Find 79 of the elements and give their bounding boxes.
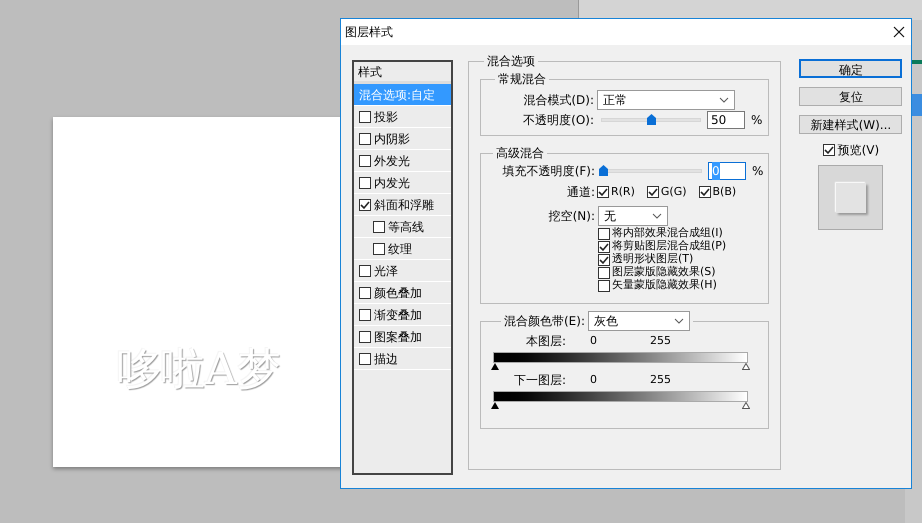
caret-icon (674, 318, 684, 324)
group-title: 常规混合 (497, 71, 547, 88)
option-checkbox[interactable]: 透明形状图层(T) (598, 253, 764, 266)
field-label: 下一图层: (512, 372, 566, 389)
checkbox[interactable] (598, 240, 610, 252)
option-checkbox[interactable]: 将内部效果混合成组(I) (598, 227, 764, 240)
checkbox[interactable] (359, 110, 371, 122)
percent-unit: % (751, 112, 762, 129)
checkbox[interactable] (598, 254, 610, 266)
checkbox[interactable] (359, 132, 371, 144)
channel-checkbox[interactable]: R(R) (597, 184, 635, 200)
checkbox[interactable] (646, 186, 659, 198)
channel-checkbox[interactable]: B(B) (698, 184, 736, 200)
field-label: 填充不透明度(F): (502, 163, 595, 180)
group-title: 混合选项 (486, 53, 536, 70)
close-icon[interactable] (893, 26, 905, 38)
embossed-square-drawing (836, 182, 866, 212)
checkbox[interactable] (373, 220, 385, 232)
dialog-button[interactable]: 确定 (799, 59, 902, 78)
dialog-button[interactable]: 复位 (799, 87, 902, 106)
channel-checkbox[interactable]: G(G) (646, 184, 687, 200)
slider-thumb[interactable] (647, 114, 656, 125)
field-label: 混合颜色带(E): (504, 313, 585, 330)
style-list-item[interactable]: 纹理 (354, 238, 451, 260)
field-label: 不透明度(O): (522, 112, 594, 129)
checkbox[interactable] (359, 154, 371, 166)
slider-thumb[interactable] (599, 165, 608, 176)
blend-mode-dropdown[interactable]: 正常 (597, 90, 735, 110)
caret-icon (719, 97, 729, 103)
embossed-text: 哆啦A梦 (117, 344, 281, 395)
style-list-item[interactable]: 等高线 (354, 216, 451, 238)
checkbox[interactable] (359, 198, 371, 210)
percent-unit: % (752, 163, 764, 180)
dialog-button[interactable]: 新建样式(W)... (799, 115, 902, 134)
slider-handle[interactable] (491, 363, 499, 370)
low-value: 0 (590, 332, 598, 349)
high-value: 255 (650, 332, 671, 349)
caret-icon (652, 213, 662, 219)
option-checkbox[interactable]: 矢量蒙版隐藏效果(H) (598, 279, 764, 292)
style-list-item[interactable]: 渐变叠加 (354, 304, 451, 326)
checkbox[interactable] (598, 280, 610, 292)
field-label: 本图层: (524, 333, 566, 350)
style-list-item[interactable]: 内阴影 (354, 128, 451, 150)
high-value: 255 (650, 372, 671, 388)
blend-if-dropdown[interactable]: 灰色 (588, 311, 690, 331)
field-label: 混合模式(D): (522, 92, 594, 109)
field-label: 挖空(N): (548, 208, 595, 225)
group-title: 高级混合 (495, 145, 545, 162)
style-list-item[interactable]: 外发光 (354, 150, 451, 172)
checkbox[interactable] (359, 308, 371, 320)
checkbox[interactable] (359, 264, 371, 276)
style-list-item[interactable]: 光泽 (354, 260, 451, 282)
knockout-dropdown[interactable]: 无 (598, 206, 668, 226)
option-checkbox[interactable]: 将剪贴图层混合成组(P) (598, 240, 764, 253)
checkbox[interactable] (373, 242, 385, 254)
checkbox[interactable] (822, 144, 835, 156)
checkbox[interactable] (359, 330, 371, 342)
checkbox[interactable] (698, 186, 711, 198)
style-list-item[interactable]: 描边 (354, 348, 451, 370)
checkbox[interactable] (359, 286, 371, 298)
style-list-item[interactable]: 斜面和浮雕 (354, 194, 451, 216)
checkbox[interactable] (359, 352, 371, 364)
checkbox[interactable] (598, 266, 610, 278)
slider-handle[interactable] (491, 402, 499, 409)
style-list-item[interactable]: 内发光 (354, 172, 451, 194)
checkbox[interactable] (598, 228, 610, 240)
option-checkbox[interactable]: 图层蒙版隐藏效果(S) (598, 266, 764, 279)
slider-handle[interactable] (742, 402, 750, 409)
preview-checkbox[interactable]: 预览(V) (822, 141, 880, 159)
checkbox[interactable] (597, 186, 609, 198)
field-label: 通道: (566, 184, 595, 201)
style-list-item[interactable]: 颜色叠加 (354, 282, 451, 304)
window-title: 图层样式 (345, 24, 393, 41)
style-list-item[interactable]: 图案叠加 (354, 326, 451, 348)
style-list-item[interactable]: 投影 (354, 106, 451, 128)
low-value: 0 (590, 372, 598, 388)
slider-handle[interactable] (742, 363, 750, 370)
checkbox[interactable] (359, 176, 371, 188)
opacity-field[interactable]: 50 (707, 111, 745, 129)
